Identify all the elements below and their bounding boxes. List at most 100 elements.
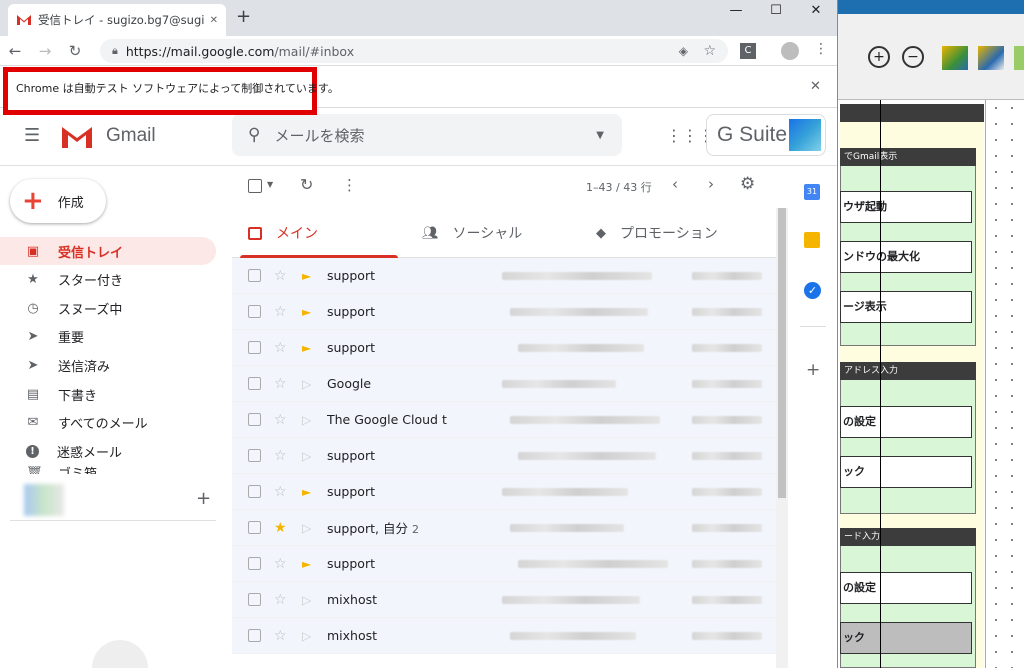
search-input[interactable]: メールを検索 — [274, 125, 364, 146]
image-tool-icon[interactable] — [942, 46, 968, 70]
row-checkbox[interactable] — [248, 557, 261, 570]
tab-promotions[interactable]: ◆ プロモーション — [596, 208, 718, 258]
row-checkbox[interactable] — [248, 629, 261, 642]
tool-icon-3[interactable] — [1014, 46, 1024, 70]
row-checkbox[interactable] — [248, 305, 261, 318]
email-row[interactable]: ☆ ► support — [232, 258, 776, 294]
email-row[interactable]: ☆ ▷ support — [232, 438, 776, 474]
important-marker-icon[interactable]: ▷ — [302, 629, 311, 643]
row-checkbox[interactable] — [248, 413, 261, 426]
star-icon[interactable]: ☆ — [274, 340, 287, 356]
menu-dots-icon[interactable]: ⋮ — [814, 41, 828, 57]
star-icon[interactable]: ☆ — [274, 412, 287, 428]
email-row[interactable]: ☆ ► support — [232, 294, 776, 330]
email-row[interactable]: ☆ ▷ Google — [232, 366, 776, 402]
flow-box[interactable]: ック — [840, 622, 972, 654]
important-marker-icon[interactable]: ▷ — [302, 593, 311, 607]
row-checkbox[interactable] — [248, 341, 261, 354]
important-marker-icon[interactable]: ► — [302, 269, 311, 283]
new-tab-button[interactable]: + — [236, 6, 251, 27]
row-checkbox[interactable] — [248, 377, 261, 390]
extension-icon[interactable]: C — [740, 43, 756, 59]
star-icon[interactable]: ☆ — [274, 556, 287, 572]
flow-box[interactable]: の設定 — [840, 572, 972, 604]
row-checkbox[interactable] — [248, 593, 261, 606]
email-row[interactable]: ☆ ► support — [232, 546, 776, 582]
star-icon[interactable]: ☆ — [274, 592, 287, 608]
star-icon[interactable]: ☆ — [274, 448, 287, 464]
email-row[interactable]: ★ ▷ support, 自分 2 — [232, 510, 776, 546]
prev-page-icon[interactable]: ‹ — [672, 175, 678, 193]
row-checkbox[interactable] — [248, 521, 261, 534]
sidebar-item[interactable]: ◷ スヌーズ中 — [0, 294, 216, 322]
star-icon[interactable]: ☆ — [274, 376, 287, 392]
important-marker-icon[interactable]: ► — [302, 305, 311, 319]
scrollbar-thumb[interactable] — [778, 208, 786, 498]
important-marker-icon[interactable]: ► — [302, 485, 311, 499]
important-marker-icon[interactable]: ▷ — [302, 449, 311, 463]
select-dropdown-icon[interactable]: ▼ — [267, 180, 273, 189]
infobar-close-icon[interactable]: ✕ — [810, 79, 821, 94]
forward-icon[interactable]: → — [38, 42, 52, 60]
sidebar-item[interactable]: ★ スター付き — [0, 266, 216, 294]
email-row[interactable]: ☆ ► support — [232, 330, 776, 366]
add-label-button[interactable]: + — [196, 488, 211, 509]
important-marker-icon[interactable]: ► — [302, 341, 311, 355]
flow-box[interactable]: ック — [840, 456, 972, 488]
tab-close-icon[interactable]: ✕ — [210, 15, 218, 26]
flow-box[interactable]: ウザ起動 — [840, 191, 972, 223]
minimize-button[interactable]: — — [716, 0, 756, 20]
email-row[interactable]: ☆ ► support — [232, 474, 776, 510]
zoom-in-icon[interactable]: + — [868, 46, 890, 68]
zoom-out-icon[interactable]: − — [902, 46, 924, 68]
flow-box[interactable]: の設定 — [840, 406, 972, 438]
email-row[interactable]: ☆ ▷ mixhost — [232, 582, 776, 618]
refresh-icon[interactable]: ↻ — [300, 175, 313, 194]
settings-gear-icon[interactable]: ⚙︎ — [740, 174, 755, 194]
back-icon[interactable]: ← — [8, 42, 22, 60]
sidebar-item[interactable]: ▣ 受信トレイ — [0, 237, 216, 265]
sidebar-item[interactable]: ➤ 重要 — [0, 323, 216, 351]
browser-tab[interactable]: 受信トレイ - sugizo.bg7@sugizo.i ✕ — [8, 4, 226, 36]
next-page-icon[interactable]: › — [708, 175, 714, 193]
important-marker-icon[interactable]: ▷ — [302, 413, 311, 427]
tasks-icon[interactable]: ✓ — [804, 282, 821, 299]
tab-social[interactable]: 👥︎ ソーシャル — [422, 208, 522, 258]
email-row[interactable]: ☆ ▷ The Google Cloud t — [232, 402, 776, 438]
tab-primary[interactable]: メイン — [248, 208, 318, 258]
reload-icon[interactable]: ↻ — [68, 42, 82, 60]
sidebar-item[interactable]: ➤ 送信済み — [0, 351, 216, 379]
star-icon[interactable]: ☆ — [274, 628, 287, 644]
calendar-icon[interactable]: 31 — [804, 184, 820, 200]
flow-box[interactable]: ージ表示 — [840, 291, 972, 323]
important-marker-icon[interactable]: ▷ — [302, 377, 311, 391]
keep-icon[interactable] — [804, 232, 820, 248]
more-options-icon[interactable]: ⋮ — [342, 176, 357, 194]
row-checkbox[interactable] — [248, 449, 261, 462]
omnibox[interactable]: 🔒︎ https://mail.google.com/mail/#inbox ◈… — [100, 39, 728, 63]
bookmark-star-icon[interactable]: ☆ — [703, 43, 716, 59]
sidebar-item[interactable]: ! 迷惑メール — [0, 437, 216, 465]
hangouts-avatar[interactable] — [92, 640, 148, 668]
search-icon[interactable]: ⚲ — [248, 125, 260, 145]
sidebar-item[interactable]: ▤ 下書き — [0, 380, 216, 408]
email-row[interactable]: ☆ ▷ mixhost — [232, 618, 776, 654]
close-window-button[interactable]: ✕ — [796, 0, 836, 20]
image-tool-icon-2[interactable] — [978, 46, 1004, 70]
hamburger-menu-icon[interactable]: ☰ — [24, 125, 40, 146]
important-marker-icon[interactable]: ► — [302, 557, 311, 571]
add-addon-icon[interactable]: + — [806, 360, 820, 380]
profile-avatar[interactable] — [781, 42, 799, 60]
search-options-icon[interactable]: ▼ — [596, 130, 604, 141]
sidebar-item[interactable]: ✉ すべてのメール — [0, 409, 216, 437]
select-all-checkbox[interactable] — [248, 179, 262, 193]
gmail-logo-icon[interactable] — [60, 124, 94, 150]
compose-button[interactable]: + 作成 — [10, 179, 106, 223]
star-icon[interactable]: ★ — [274, 520, 287, 536]
maximize-button[interactable]: ☐ — [756, 0, 796, 20]
search-bar[interactable]: ⚲ メールを検索 ▼ — [232, 114, 622, 156]
row-checkbox[interactable] — [248, 269, 261, 282]
star-icon[interactable]: ☆ — [274, 268, 287, 284]
star-icon[interactable]: ☆ — [274, 304, 287, 320]
gsuite-logo[interactable]: G Suite — [706, 114, 826, 156]
